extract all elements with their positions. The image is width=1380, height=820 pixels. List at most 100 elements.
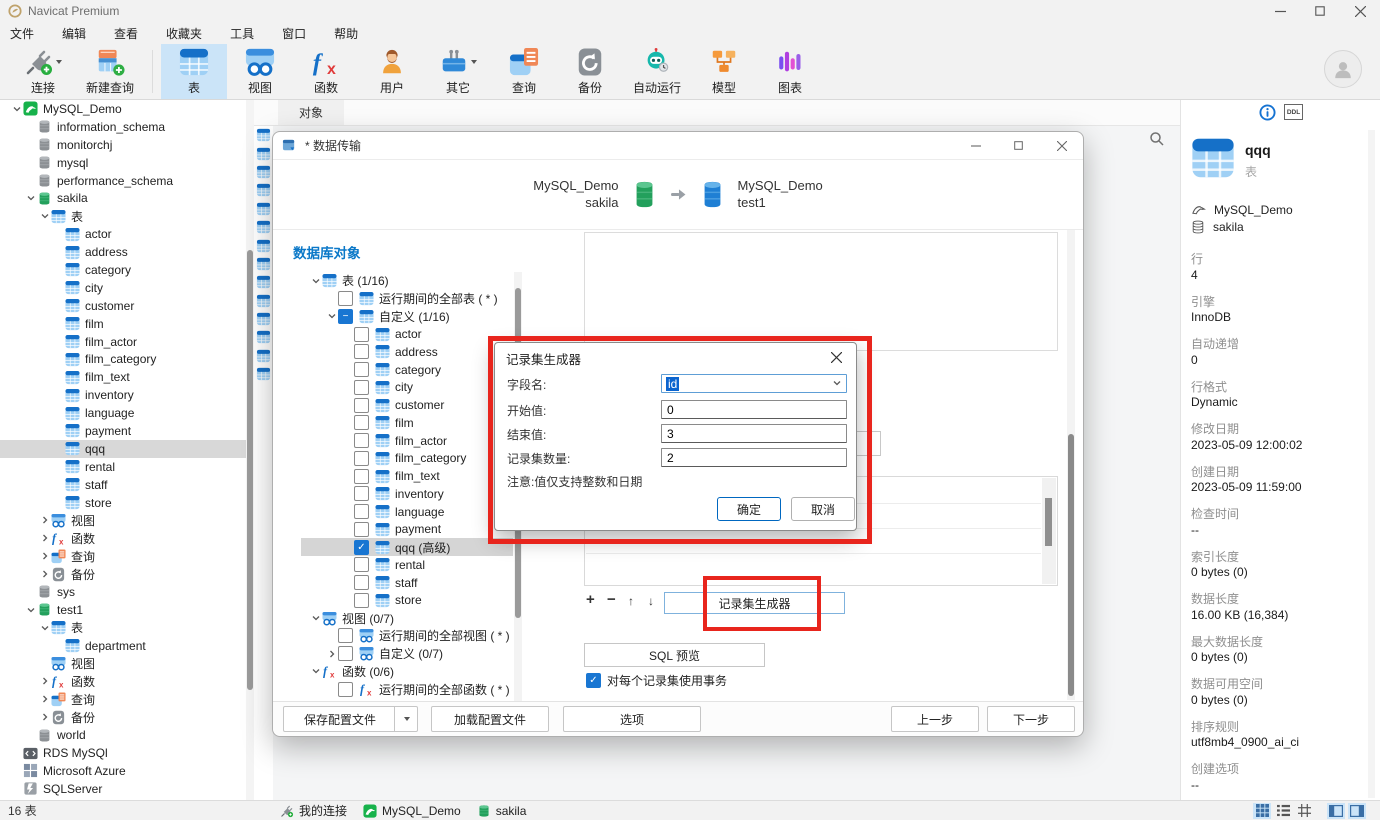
dialog-minimize-button[interactable] — [961, 135, 991, 156]
load-profile-button[interactable]: 加载配置文件 — [431, 706, 549, 732]
object-checkbox[interactable]: ✓ — [354, 539, 369, 555]
sidebar-item-staff[interactable]: staff — [0, 476, 254, 494]
sidebar-item-film_text[interactable]: film_text — [0, 368, 254, 386]
transfer-object-film[interactable]: film — [301, 414, 513, 432]
sidebar-item-payment[interactable]: payment — [0, 422, 254, 440]
toolbar-自动运行-button[interactable]: 自动运行 — [623, 44, 691, 99]
sidebar-item-film[interactable]: film — [0, 315, 254, 333]
transaction-checkbox[interactable]: ✓ — [586, 673, 601, 688]
sidebar-item-world[interactable]: world — [0, 726, 254, 744]
info-tab-icon[interactable] — [1259, 104, 1276, 121]
object-checkbox[interactable] — [354, 344, 369, 360]
toolbar-视图-button[interactable]: 视图 — [227, 44, 293, 99]
toolbar-其它-button[interactable]: 其它 — [425, 44, 491, 99]
transfer-object-函数 (0/6)[interactable]: f x 函数 (0/6) — [301, 663, 513, 681]
object-checkbox[interactable] — [354, 450, 369, 466]
dialog-close-button[interactable] — [1047, 135, 1077, 156]
view-list-icon[interactable] — [1274, 803, 1292, 819]
object-checkbox[interactable] — [354, 592, 369, 608]
back-button[interactable]: 上一步 — [891, 706, 979, 732]
sidebar-item-film_actor[interactable]: film_actor — [0, 333, 254, 351]
object-checkbox[interactable] — [354, 326, 369, 342]
sidebar-item-查询[interactable]: 查询 — [0, 547, 254, 565]
sidebar-item-information_schema[interactable]: information_schema — [0, 118, 254, 136]
object-checkbox[interactable]: − — [338, 308, 353, 324]
transfer-object-rental[interactable]: rental — [301, 556, 513, 574]
menu-收藏夹[interactable]: 收藏夹 — [166, 25, 202, 42]
move-up-icon[interactable]: ↑ — [628, 594, 634, 608]
object-checkbox[interactable] — [338, 291, 353, 307]
transfer-object-运行期间的全部视图 ( * )[interactable]: 运行期间的全部视图 ( * ) — [301, 627, 513, 645]
transfer-object-city[interactable]: city — [301, 379, 513, 397]
modal-close-icon[interactable] — [825, 347, 847, 367]
menu-文件[interactable]: 文件 — [10, 25, 34, 42]
sidebar-item-视图[interactable]: 视图 — [0, 511, 254, 529]
toolbar-模型-button[interactable]: 模型 — [691, 44, 757, 99]
sidebar-item-monitorchj[interactable]: monitorchj — [0, 136, 254, 154]
结束值:-input[interactable] — [661, 424, 847, 443]
transfer-object-category[interactable]: category — [301, 361, 513, 379]
transfer-object-actor[interactable]: actor — [301, 325, 513, 343]
sidebar-item-address[interactable]: address — [0, 243, 254, 261]
sidebar-item-qqq[interactable]: qqq — [0, 439, 254, 458]
sidebar-item-language[interactable]: language — [0, 404, 254, 422]
sidebar-item-city[interactable]: city — [0, 279, 254, 297]
sidebar-item-sakila[interactable]: sakila — [0, 189, 254, 207]
toolbar-备份-button[interactable]: 备份 — [557, 44, 623, 99]
toolbar-新建查询-button[interactable]: 新建查询 — [76, 44, 144, 99]
object-checkbox[interactable] — [354, 557, 369, 573]
record-set-generator-button[interactable]: 记录集生成器 — [664, 592, 845, 614]
sidebar-item-category[interactable]: category — [0, 261, 254, 279]
sidebar-item-备份[interactable]: 备份 — [0, 708, 254, 726]
sidebar-item-函数[interactable]: f x 函数 — [0, 529, 254, 547]
menu-工具[interactable]: 工具 — [230, 25, 254, 42]
sidebar-item-RDS MySQl[interactable]: RDS MySQl — [0, 744, 254, 762]
next-button[interactable]: 下一步 — [987, 706, 1075, 732]
toolbar-用户-button[interactable]: 用户 — [359, 44, 425, 99]
transfer-object-film_category[interactable]: film_category — [301, 450, 513, 468]
transfer-object-language[interactable]: language — [301, 503, 513, 521]
search-icon[interactable] — [1149, 131, 1165, 147]
sidebar-item-Microsoft Azure[interactable]: Microsoft Azure — [0, 762, 254, 780]
object-checkbox[interactable] — [338, 646, 353, 662]
object-checkbox[interactable] — [354, 575, 369, 591]
transfer-object-运行期间的全部函数 ( * )[interactable]: f x 运行期间的全部函数 ( * ) — [301, 680, 513, 698]
save-profile-dropdown[interactable] — [394, 706, 418, 732]
toolbar-函数-button[interactable]: f x 函数 — [293, 44, 359, 99]
cancel-button[interactable]: 取消 — [791, 497, 855, 521]
sidebar-item-customer[interactable]: customer — [0, 297, 254, 315]
sidebar-item-备份[interactable]: 备份 — [0, 565, 254, 583]
tab-objects[interactable]: 对象 — [278, 100, 344, 125]
ddl-tab-icon[interactable]: DDL — [1284, 104, 1303, 120]
menu-编辑[interactable]: 编辑 — [62, 25, 86, 42]
sidebar-item-test1[interactable]: test1 — [0, 601, 254, 619]
开始值:-input[interactable] — [661, 400, 847, 419]
sidebar-item-performance_schema[interactable]: performance_schema — [0, 172, 254, 190]
记录集数量:-input[interactable] — [661, 448, 847, 467]
menu-帮助[interactable]: 帮助 — [334, 25, 358, 42]
sidebar-item-函数[interactable]: f x 函数 — [0, 673, 254, 691]
window-maximize-button[interactable] — [1300, 0, 1340, 22]
save-profile-button[interactable]: 保存配置文件 — [283, 706, 397, 732]
object-checkbox[interactable] — [338, 628, 353, 644]
transfer-object-自定义 (0/7)[interactable]: 自定义 (0/7) — [301, 645, 513, 663]
object-checkbox[interactable] — [354, 379, 369, 395]
transfer-object-customer[interactable]: customer — [301, 396, 513, 414]
user-avatar[interactable] — [1324, 50, 1362, 88]
toggle-left-pane-icon[interactable] — [1327, 802, 1345, 819]
object-checkbox[interactable] — [354, 397, 369, 413]
transfer-object-表 (1/16)[interactable]: 表 (1/16) — [301, 272, 513, 290]
sql-preview-button[interactable]: SQL 预览 — [584, 643, 765, 667]
sidebar-item-actor[interactable]: actor — [0, 225, 254, 243]
transfer-object-payment[interactable]: payment — [301, 521, 513, 539]
menu-查看[interactable]: 查看 — [114, 25, 138, 42]
transfer-object-film_actor[interactable]: film_actor — [301, 432, 513, 450]
sidebar-item-sys[interactable]: sys — [0, 583, 254, 601]
sidebar-item-表[interactable]: 表 — [0, 619, 254, 637]
transfer-object-address[interactable]: address — [301, 343, 513, 361]
view-detail-icon[interactable] — [1295, 803, 1313, 819]
object-checkbox[interactable] — [354, 486, 369, 502]
sidebar-item-rental[interactable]: rental — [0, 458, 254, 476]
info-panel-scrollbar[interactable] — [1368, 130, 1375, 798]
record-set-list-scrollbar[interactable] — [1042, 478, 1056, 584]
